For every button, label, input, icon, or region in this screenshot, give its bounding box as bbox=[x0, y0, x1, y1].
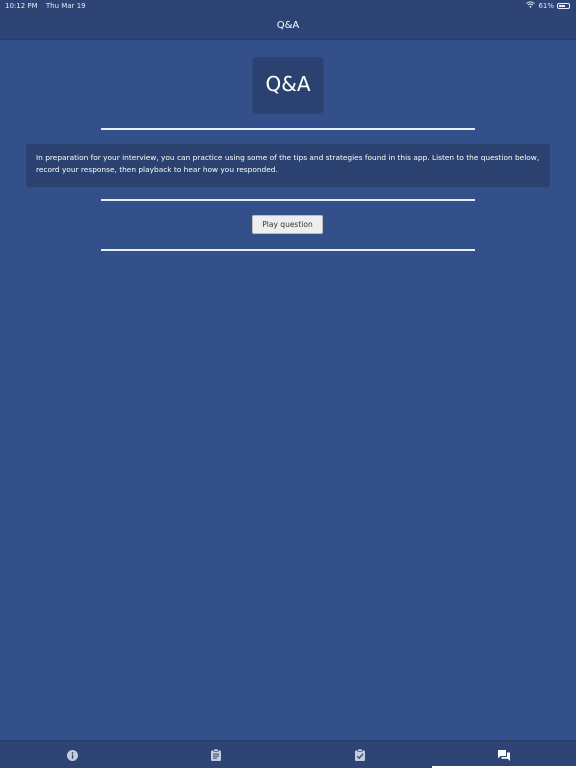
checklist-icon bbox=[355, 749, 365, 761]
divider-middle bbox=[101, 199, 475, 201]
qa-logo: Q&A bbox=[253, 57, 323, 112]
nav-title: Q&A bbox=[276, 20, 300, 31]
tab-info[interactable] bbox=[0, 741, 144, 768]
tab-bar bbox=[0, 740, 576, 768]
logo-text: Q&A bbox=[265, 72, 311, 96]
play-question-button[interactable]: Play question bbox=[252, 215, 323, 234]
clipboard-icon bbox=[211, 749, 221, 761]
info-card: In preparation for your interview, you c… bbox=[26, 144, 550, 187]
battery-percent: 61% bbox=[538, 2, 554, 10]
battery-icon bbox=[557, 3, 570, 9]
tab-chat[interactable] bbox=[432, 741, 576, 768]
wifi-icon bbox=[526, 0, 536, 12]
nav-bar: Q&A bbox=[0, 12, 576, 40]
tab-clipboard[interactable] bbox=[144, 741, 288, 768]
info-text: In preparation for your interview, you c… bbox=[36, 153, 540, 174]
status-left: 10:12 PM Thu Mar 19 bbox=[5, 0, 92, 12]
chat-icon bbox=[498, 749, 510, 761]
divider-top bbox=[101, 128, 475, 130]
status-time: 10:12 PM bbox=[5, 2, 38, 10]
divider-bottom bbox=[101, 249, 475, 251]
info-icon bbox=[66, 749, 78, 761]
battery-level bbox=[559, 5, 565, 7]
tab-checklist[interactable] bbox=[288, 741, 432, 768]
status-date: Thu Mar 19 bbox=[45, 2, 86, 10]
status-bar: 10:12 PM Thu Mar 19 61% bbox=[0, 0, 576, 12]
status-right: 61% bbox=[526, 0, 570, 12]
